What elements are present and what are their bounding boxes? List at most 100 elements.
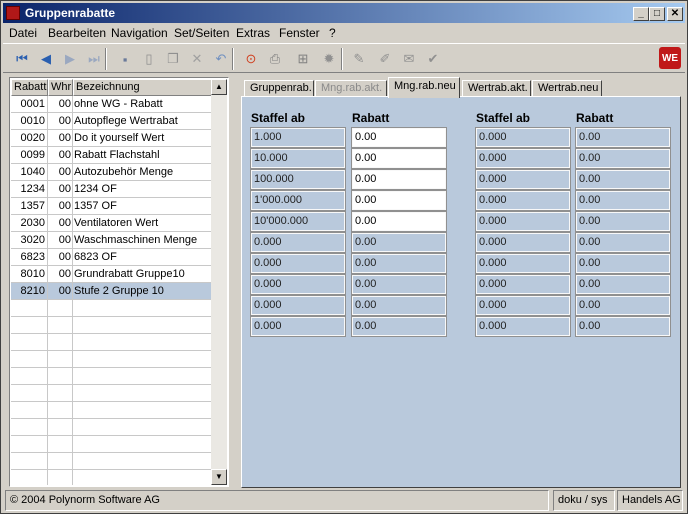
- rabatt-right-cell[interactable]: 0.00: [575, 232, 671, 253]
- save-icon[interactable]: ▪: [115, 49, 135, 69]
- menu-fenster[interactable]: Fenster: [279, 26, 320, 40]
- tree-icon[interactable]: ⊞: [293, 49, 313, 69]
- empty-list-row: [11, 453, 213, 470]
- list-item[interactable]: 1040 00 Autozubehör Menge: [11, 164, 213, 181]
- edit-pen-icon[interactable]: ✎: [349, 49, 369, 69]
- list-item[interactable]: 8010 00 Grundrabatt Gruppe10: [11, 266, 213, 283]
- list-item[interactable]: 6823 00 6823 OF: [11, 249, 213, 266]
- menu-navigation[interactable]: Navigation: [111, 26, 168, 40]
- title-bar[interactable]: Gruppenrabatte _ □ ✕: [3, 3, 685, 23]
- list-item[interactable]: 8210 00 Stufe 2 Gruppe 10: [11, 283, 213, 300]
- close-button[interactable]: ✕: [667, 7, 683, 21]
- new-document-icon[interactable]: ▯: [139, 49, 159, 69]
- status-company: Handels AG: [617, 490, 683, 511]
- maximize-button[interactable]: □: [649, 7, 665, 21]
- rabatt-left-cell[interactable]: 0.00: [351, 211, 447, 232]
- status-copyright: © 2004 Polynorm Software AG: [5, 490, 549, 511]
- list-item[interactable]: 1357 00 1357 OF: [11, 198, 213, 215]
- rabatt-left-cell[interactable]: 0.00: [351, 316, 447, 337]
- rabatt-left-cell[interactable]: 0.00: [351, 232, 447, 253]
- staffel-ab-left-cell[interactable]: 0.000: [250, 253, 346, 274]
- previous-record-icon[interactable]: ◀: [36, 49, 56, 69]
- column-header-rabatt[interactable]: Rabatt: [11, 79, 48, 96]
- staffel-ab-left-cell[interactable]: 0.000: [250, 316, 346, 337]
- first-record-icon[interactable]: ⏮: [12, 49, 32, 69]
- staffel-ab-left-cell[interactable]: 100.000: [250, 169, 346, 190]
- rabatt-right-cell[interactable]: 0.00: [575, 190, 671, 211]
- undo-icon[interactable]: ↶: [211, 49, 231, 69]
- list-cell-code: 1357: [11, 198, 48, 215]
- staffel-ab-right-cell[interactable]: 0.000: [475, 169, 571, 190]
- tab-mng-rab-neu[interactable]: Mng.rab.neu: [388, 77, 460, 98]
- settings-icon[interactable]: ✹: [319, 49, 339, 69]
- rabatt-right-cell[interactable]: 0.00: [575, 148, 671, 169]
- tab-wertrab-akt[interactable]: Wertrab.akt.: [462, 80, 531, 97]
- staffel-ab-right-cell[interactable]: 0.000: [475, 148, 571, 169]
- rabatt-left-cell[interactable]: 0.00: [351, 295, 447, 316]
- staffel-ab-left-cell[interactable]: 1.000: [250, 127, 346, 148]
- rabatt-right-cell[interactable]: 0.00: [575, 295, 671, 316]
- staffel-ab-right-cell[interactable]: 0.000: [475, 190, 571, 211]
- list-item[interactable]: 0020 00 Do it yourself Wert: [11, 130, 213, 147]
- vertical-scrollbar[interactable]: ▲ ▼: [211, 79, 227, 485]
- empty-list-row: [11, 402, 213, 419]
- tab-gruppenrab[interactable]: Gruppenrab.: [244, 80, 314, 97]
- rabatt-right-cell[interactable]: 0.00: [575, 211, 671, 232]
- minimize-button[interactable]: _: [633, 7, 649, 21]
- menu-set-seiten[interactable]: Set/Seiten: [174, 26, 229, 40]
- menu-help[interactable]: ?: [329, 26, 336, 40]
- print-icon[interactable]: ⎙: [265, 49, 285, 69]
- staffel-ab-left-cell[interactable]: 10'000.000: [250, 211, 346, 232]
- scroll-down-icon[interactable]: ▼: [211, 469, 227, 485]
- tab-wertrab-neu[interactable]: Wertrab.neu: [532, 80, 602, 97]
- staffel-ab-left-cell[interactable]: 0.000: [250, 274, 346, 295]
- staffel-ab-left-cell[interactable]: 0.000: [250, 232, 346, 253]
- menu-bearbeiten[interactable]: Bearbeiten: [48, 26, 106, 40]
- list-rows: 0001 00 ohne WG - Rabatt 0010 00 Autopflege W…: [11, 96, 213, 485]
- staffel-ab-right-cell[interactable]: 0.000: [475, 127, 571, 148]
- last-record-icon[interactable]: ⏭: [84, 49, 104, 69]
- rabatt-left-cell[interactable]: 0.00: [351, 190, 447, 211]
- rabatt-left-cell[interactable]: 0.00: [351, 169, 447, 190]
- staffel-ab-right-cell[interactable]: 0.000: [475, 232, 571, 253]
- menu-extras[interactable]: Extras: [236, 26, 270, 40]
- column-header-whr[interactable]: Whr: [48, 79, 73, 96]
- staffel-ab-right-cell[interactable]: 0.000: [475, 274, 571, 295]
- menu-datei[interactable]: Datei: [9, 26, 37, 40]
- next-record-icon[interactable]: ▶: [60, 49, 80, 69]
- check-icon[interactable]: ✔: [423, 49, 443, 69]
- list-item[interactable]: 1234 00 1234 OF: [11, 181, 213, 198]
- rabatt-left-cell[interactable]: 0.00: [351, 127, 447, 148]
- edit-pen2-icon[interactable]: ✐: [375, 49, 395, 69]
- delete-icon[interactable]: ✕: [187, 49, 207, 69]
- column-header-bezeichnung[interactable]: Bezeichnung: [73, 79, 213, 96]
- rabatt-left-cell[interactable]: 0.00: [351, 148, 447, 169]
- rabatt-left-cell[interactable]: 0.00: [351, 274, 447, 295]
- header-rabatt-right: Rabatt: [576, 111, 614, 125]
- rabatt-right-cell[interactable]: 0.00: [575, 169, 671, 190]
- list-item[interactable]: 0099 00 Rabatt Flachstahl: [11, 147, 213, 164]
- toolbar-separator: [105, 48, 107, 70]
- staffel-ab-right-cell[interactable]: 0.000: [475, 253, 571, 274]
- copy-icon[interactable]: ❐: [163, 49, 183, 69]
- staffel-ab-left-cell[interactable]: 0.000: [250, 295, 346, 316]
- notepad-icon[interactable]: ✉: [399, 49, 419, 69]
- rabatt-right-cell[interactable]: 0.00: [575, 127, 671, 148]
- list-item[interactable]: 0010 00 Autopflege Wertrabat: [11, 113, 213, 130]
- staffel-ab-right-cell[interactable]: 0.000: [475, 295, 571, 316]
- list-cell-whr: 00: [48, 198, 73, 215]
- rabatt-right-cell[interactable]: 0.00: [575, 253, 671, 274]
- menu-bar: Datei Bearbeiten Navigation Set/Seiten Extra…: [3, 24, 685, 42]
- list-item[interactable]: 3020 00 Waschmaschinen Menge: [11, 232, 213, 249]
- staffel-ab-right-cell[interactable]: 0.000: [475, 316, 571, 337]
- stop-icon[interactable]: ⊙: [241, 49, 261, 69]
- rabatt-right-cell[interactable]: 0.00: [575, 274, 671, 295]
- scroll-up-icon[interactable]: ▲: [211, 79, 227, 95]
- staffel-ab-right-cell[interactable]: 0.000: [475, 211, 571, 232]
- list-item[interactable]: 0001 00 ohne WG - Rabatt: [11, 96, 213, 113]
- staffel-ab-left-cell[interactable]: 1'000.000: [250, 190, 346, 211]
- list-item[interactable]: 2030 00 Ventilatoren Wert: [11, 215, 213, 232]
- rabatt-left-cell[interactable]: 0.00: [351, 253, 447, 274]
- staffel-ab-left-cell[interactable]: 10.000: [250, 148, 346, 169]
- rabatt-right-cell[interactable]: 0.00: [575, 316, 671, 337]
